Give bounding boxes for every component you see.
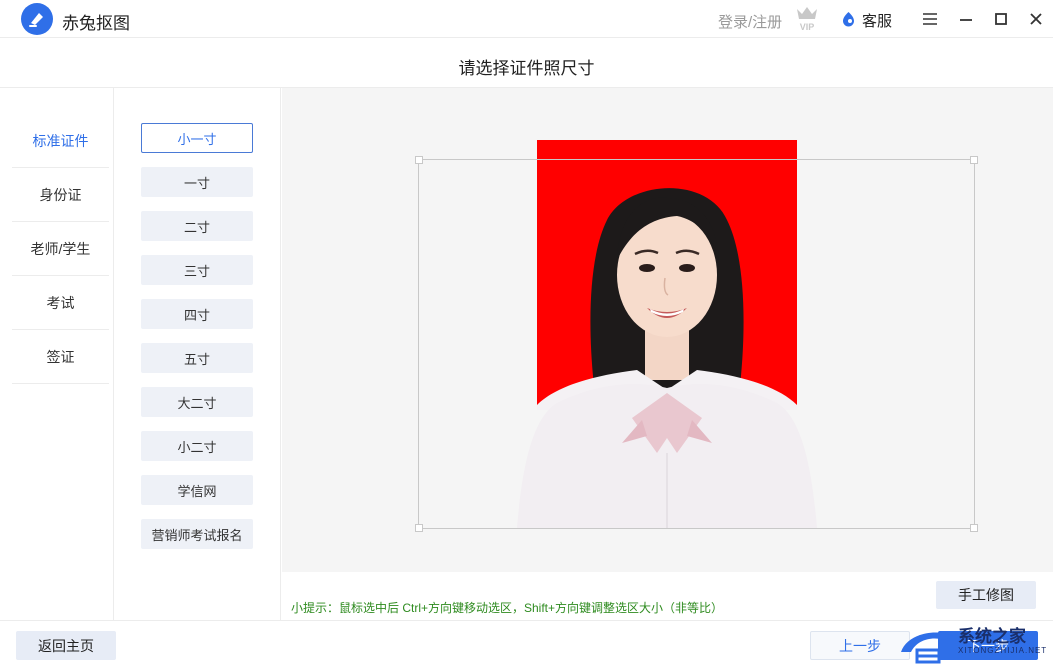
size-option[interactable]: 小二寸	[141, 431, 253, 461]
login-register-link[interactable]: 登录/注册	[718, 11, 782, 32]
app-title: 赤兔抠图	[62, 14, 130, 33]
customer-service-button[interactable]: 客服	[862, 10, 892, 31]
back-home-button[interactable]: 返回主页	[16, 631, 116, 660]
title-bar: 赤兔抠图 登录/注册 VIP 客服	[0, 0, 1053, 38]
category-visa[interactable]: 签证	[12, 331, 109, 384]
category-teacher-student[interactable]: 老师/学生	[12, 223, 109, 276]
size-option[interactable]: 一寸	[141, 167, 253, 197]
crop-selection-box[interactable]	[415, 156, 978, 532]
watermark-logo: 系统之家 XITONGZHIJIA.NET	[895, 620, 1053, 667]
watermark-subtext: XITONGZHIJIA.NET	[958, 646, 1048, 655]
maximize-icon[interactable]	[991, 9, 1011, 29]
app-logo-icon	[21, 3, 53, 35]
manual-edit-button[interactable]: 手工修图	[936, 581, 1036, 609]
watermark-text: 系统之家	[958, 627, 1026, 646]
page-title: 请选择证件照尺寸	[458, 59, 595, 78]
size-option[interactable]: 小一寸	[141, 123, 253, 153]
size-option[interactable]: 学信网	[141, 475, 253, 505]
minimize-icon[interactable]	[956, 9, 976, 29]
crown-vip-icon[interactable]: VIP	[794, 4, 820, 32]
size-option[interactable]: 大二寸	[141, 387, 253, 417]
category-sidebar: 标准证件 身份证 老师/学生 考试 签证	[0, 88, 114, 620]
crop-handle-bottom-right[interactable]	[970, 524, 978, 532]
size-option[interactable]: 五寸	[141, 343, 253, 373]
keyboard-tip: 小提示：鼠标选中后 Ctrl+方向键移动选区，Shift+方向键调整选区大小（非…	[291, 601, 724, 615]
menu-icon[interactable]	[920, 9, 940, 29]
crop-handle-top-left[interactable]	[415, 156, 423, 164]
size-option[interactable]: 营销师考试报名	[141, 519, 253, 549]
size-option[interactable]: 四寸	[141, 299, 253, 329]
svg-text:VIP: VIP	[800, 22, 815, 32]
size-option[interactable]: 三寸	[141, 255, 253, 285]
photo-preview-area	[282, 88, 1053, 572]
close-icon[interactable]	[1026, 9, 1046, 29]
crop-handle-bottom-left[interactable]	[415, 524, 423, 532]
page-header: 请选择证件照尺寸	[0, 39, 1053, 88]
tip-bar: 小提示：鼠标选中后 Ctrl+方向键移动选区，Shift+方向键调整选区大小（非…	[282, 572, 1053, 620]
size-option[interactable]: 二寸	[141, 211, 253, 241]
crop-handle-top-right[interactable]	[970, 156, 978, 164]
size-list: 小一寸 一寸 二寸 三寸 四寸 五寸 大二寸 小二寸 学信网 营销师考试报名	[115, 88, 281, 620]
category-exam[interactable]: 考试	[12, 277, 109, 330]
category-standard[interactable]: 标准证件	[12, 115, 109, 168]
customer-service-icon[interactable]	[841, 11, 856, 27]
category-id-card[interactable]: 身份证	[12, 169, 109, 222]
